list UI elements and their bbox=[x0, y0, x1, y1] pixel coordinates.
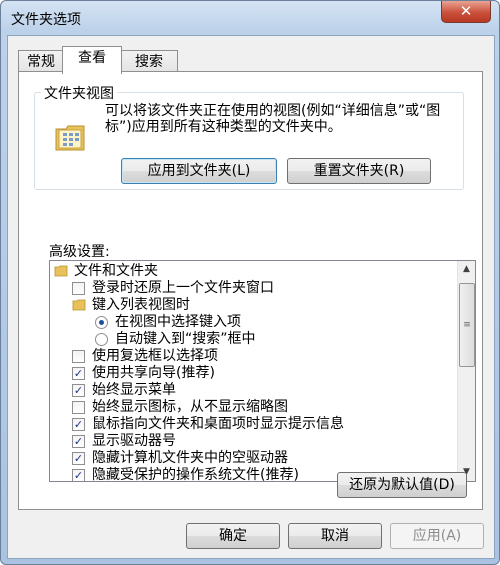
checkbox-unchecked[interactable] bbox=[72, 350, 85, 363]
scroll-up-icon[interactable]: ▲ bbox=[458, 261, 475, 278]
check-icon[interactable]: ✓ bbox=[72, 469, 85, 481]
option-label: 登录时还原上一个文件夹窗口 bbox=[92, 280, 274, 296]
reset-folders-button[interactable]: 重置文件夹(R) bbox=[287, 158, 431, 184]
tree-folder-label: 文件和文件夹 bbox=[74, 263, 158, 279]
tab-view[interactable]: 查看 bbox=[62, 46, 122, 74]
window-title: 文件夹选项 bbox=[11, 12, 81, 28]
option-label: 自动键入到“搜索”框中 bbox=[115, 331, 256, 347]
option-label: 始终显示菜单 bbox=[92, 382, 176, 398]
advanced-settings-tree: 文件和文件夹 登录时还原上一个文件夹窗口 键入列表视图时 在视图中选择键入项 自… bbox=[49, 260, 476, 482]
option-label: 隐藏计算机文件夹中的空驱动器 bbox=[92, 450, 288, 466]
option-label: 使用共享向导(推荐) bbox=[92, 365, 215, 381]
folder-icon bbox=[54, 265, 68, 277]
tab-general[interactable]: 常规 bbox=[18, 50, 64, 73]
tab-search[interactable]: 搜索 bbox=[120, 50, 178, 73]
option-label: 使用复选框以选择项 bbox=[92, 348, 218, 364]
check-icon[interactable]: ✓ bbox=[72, 418, 85, 431]
option-label: 显示驱动器号 bbox=[92, 433, 176, 449]
check-icon[interactable]: ✓ bbox=[72, 367, 85, 380]
checkbox-unchecked[interactable] bbox=[72, 401, 85, 414]
tab-label: 搜索 bbox=[135, 54, 163, 70]
check-icon[interactable]: ✓ bbox=[72, 452, 85, 465]
advanced-settings-label: 高级设置: bbox=[49, 244, 110, 260]
check-icon[interactable]: ✓ bbox=[72, 435, 85, 448]
folder-options-window: 文件夹选项 ✕ 常规 查看 搜索 文件夹视图 可以将该文件夹正在使用的视图(例如… bbox=[0, 0, 500, 565]
restore-defaults-button[interactable]: 还原为默认值(D) bbox=[337, 472, 467, 498]
option-label: 隐藏受保护的操作系统文件(推荐) bbox=[92, 467, 299, 482]
option-label: 在视图中选择键入项 bbox=[115, 314, 241, 330]
view-tab-panel: 文件夹视图 可以将该文件夹正在使用的视图(例如“详细信息”或“图标”)应用到所有… bbox=[18, 71, 483, 510]
checkbox-unchecked[interactable] bbox=[72, 282, 85, 295]
folder-view-icon bbox=[55, 125, 85, 151]
ok-button[interactable]: 确定 bbox=[186, 523, 280, 549]
tab-label: 常规 bbox=[27, 54, 55, 70]
cancel-button[interactable]: 取消 bbox=[288, 523, 382, 549]
option-label: 鼠标指向文件夹和桌面项时显示提示信息 bbox=[92, 416, 344, 432]
folder-views-group: 文件夹视图 可以将该文件夹正在使用的视图(例如“详细信息”或“图标”)应用到所有… bbox=[34, 83, 464, 190]
option-label: 始终显示图标，从不显示缩略图 bbox=[92, 399, 288, 415]
scrollbar-thumb[interactable]: ≡ bbox=[459, 283, 475, 367]
folder-icon bbox=[72, 299, 86, 311]
close-icon: ✕ bbox=[459, 2, 473, 20]
apply-to-folders-button[interactable]: 应用到文件夹(L) bbox=[121, 158, 277, 184]
title-bar[interactable]: 文件夹选项 ✕ bbox=[1, 1, 499, 35]
close-button[interactable]: ✕ bbox=[441, 1, 491, 23]
radio-selected[interactable] bbox=[95, 316, 108, 329]
dialog-body: 常规 查看 搜索 文件夹视图 可以将该文件夹正在使用的视图(例如“详细信息”或“… bbox=[7, 35, 495, 559]
folder-views-legend: 文件夹视图 bbox=[41, 83, 117, 103]
vertical-scrollbar[interactable]: ▲ ≡ ▼ bbox=[457, 261, 475, 481]
check-icon[interactable]: ✓ bbox=[72, 384, 85, 397]
folder-views-description: 可以将该文件夹正在使用的视图(例如“详细信息”或“图标”)应用到所有这种类型的文… bbox=[105, 103, 441, 135]
radio-unselected[interactable] bbox=[95, 333, 108, 346]
tree-folder-label: 键入列表视图时 bbox=[92, 297, 190, 313]
tab-label: 查看 bbox=[78, 50, 106, 66]
apply-button[interactable]: 应用(A) bbox=[390, 523, 484, 549]
